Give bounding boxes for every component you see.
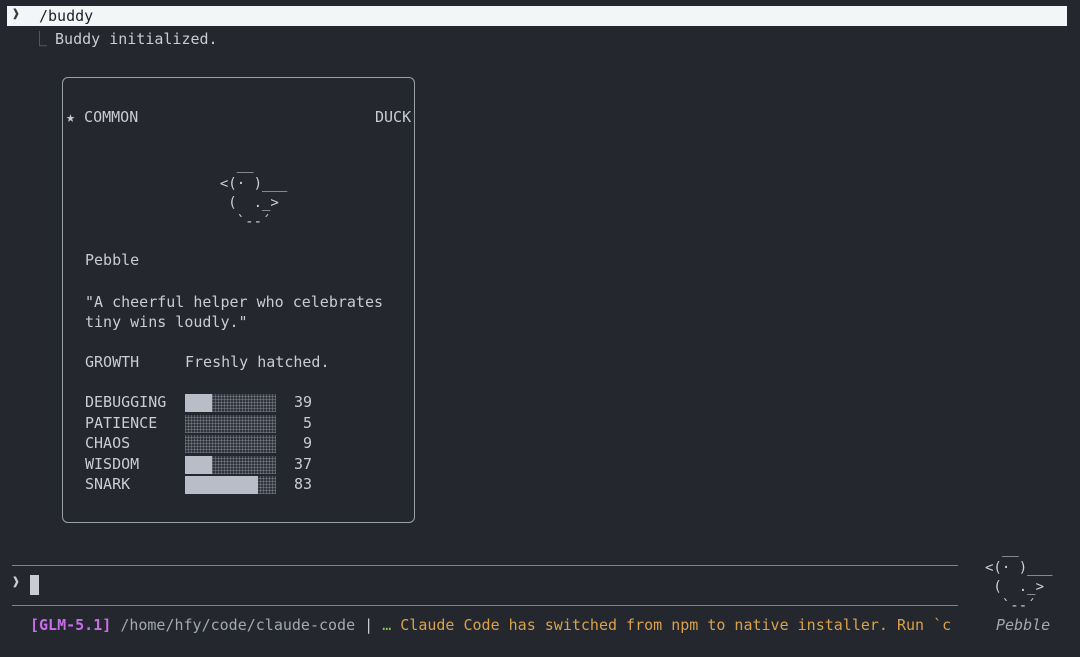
stat-name: WISDOM bbox=[85, 454, 140, 473]
stat-value: 37 bbox=[293, 454, 312, 473]
command-text: /buddy bbox=[39, 7, 94, 25]
stat-bar-fill bbox=[185, 476, 258, 494]
stat-bar bbox=[185, 414, 276, 433]
rarity-label: ★ COMMON bbox=[66, 108, 139, 126]
input-prompt-chevron-icon: ❱ bbox=[12, 575, 20, 590]
prompt-chevron-icon: ❱ bbox=[12, 7, 20, 22]
stat-value: 9 bbox=[302, 434, 312, 452]
command-result: ⎿ Buddy initialized. bbox=[32, 28, 218, 49]
stat-bar bbox=[185, 476, 276, 494]
result-elbow-icon: ⎿ bbox=[32, 30, 48, 48]
input-bottom-divider bbox=[12, 605, 958, 606]
stat-value: 5 bbox=[302, 413, 312, 432]
stat-bar bbox=[185, 435, 276, 453]
growth-value: Freshly hatched. bbox=[185, 353, 330, 371]
status-line: [GLM-5.1] /home/hfy/code/claude-code | …… bbox=[30, 616, 951, 634]
stat-bar-fill bbox=[185, 455, 213, 474]
model-badge: [GLM-5.1] bbox=[30, 616, 112, 634]
command-echo-bar: ❱ /buddy bbox=[7, 6, 1067, 26]
stat-bar-fill bbox=[185, 394, 213, 412]
buddy-name: Pebble bbox=[85, 251, 140, 269]
input-top-divider bbox=[12, 565, 958, 566]
companion-name: Pebble bbox=[996, 616, 1051, 634]
species-label: DUCK bbox=[375, 108, 412, 126]
stat-bar bbox=[185, 394, 276, 412]
growth-label: GROWTH bbox=[85, 353, 140, 371]
stat-name: SNARK bbox=[85, 475, 131, 493]
stat-value: 83 bbox=[293, 475, 312, 493]
working-directory: /home/hfy/code/claude-code bbox=[120, 616, 356, 634]
stat-bar bbox=[185, 455, 276, 474]
buddy-ascii-art: __ <(· )___ ( ._> `--´ bbox=[219, 157, 288, 230]
result-text: Buddy initialized. bbox=[55, 30, 218, 48]
stat-value: 39 bbox=[293, 393, 312, 411]
stat-name: CHAOS bbox=[85, 434, 131, 452]
companion-ascii-art: __ <(· )___ ( ._> `--´ bbox=[985, 541, 1053, 614]
ellipsis-icon: … bbox=[382, 616, 392, 634]
input-cursor[interactable] bbox=[30, 575, 39, 595]
status-notice: Claude Code has switched from npm to nat… bbox=[400, 616, 952, 634]
stat-name: DEBUGGING bbox=[85, 393, 167, 411]
status-separator: | bbox=[364, 616, 374, 634]
buddy-quote: "A cheerful helper who celebrates tiny w… bbox=[85, 293, 384, 331]
stat-name: PATIENCE bbox=[85, 413, 158, 432]
